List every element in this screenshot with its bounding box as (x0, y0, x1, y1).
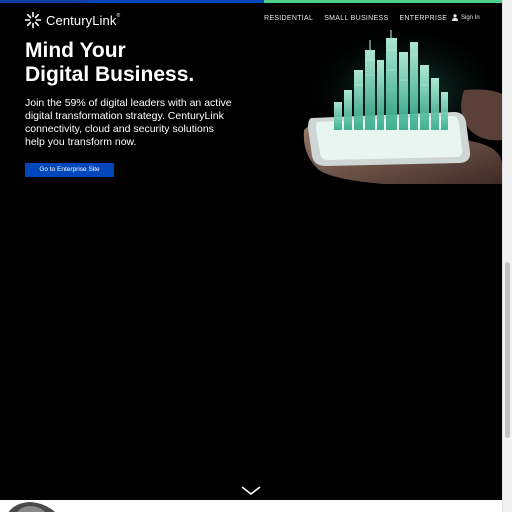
starburst-logo-icon (24, 11, 42, 29)
sign-in-label: Sign In (461, 14, 480, 21)
subcopy-line-4: help you transform now. (25, 136, 137, 148)
nav-enterprise[interactable]: ENTERPRISE (399, 15, 447, 22)
user-icon (452, 14, 458, 21)
headline-line-1: Mind Your (25, 39, 126, 62)
subcopy-line-1: Join the 59% of digital leaders with an … (25, 97, 232, 109)
hero-section: CenturyLink® RESIDENTIAL SMALL BUSINESS … (0, 0, 502, 512)
next-section-peek (0, 500, 502, 512)
subcopy-line-3: connectivity, cloud and security solutio… (25, 123, 214, 135)
scrollbar-thumb[interactable] (505, 262, 510, 438)
centurylink-logo[interactable]: CenturyLink® (24, 11, 120, 29)
go-to-enterprise-site-button[interactable]: Go to Enterprise Site (25, 163, 114, 177)
headline-line-2: Digital Business. (25, 63, 195, 86)
scroll-down-button[interactable] (240, 484, 262, 496)
chevron-down-icon (241, 486, 261, 496)
sign-in-link[interactable]: Sign In (452, 14, 480, 21)
hero-subcopy: Join the 59% of digital leaders with an … (25, 97, 275, 149)
hero-image-hand-phone-city (264, 30, 502, 184)
brand-name: CenturyLink® (46, 12, 121, 28)
nav-residential[interactable]: RESIDENTIAL (264, 15, 313, 22)
nav-small-business[interactable]: SMALL BUSINESS (324, 15, 388, 22)
main-nav: RESIDENTIAL SMALL BUSINESS ENTERPRISE (264, 15, 447, 22)
subcopy-line-2: digital transformation strategy. Century… (25, 110, 224, 122)
page-scrollbar[interactable] (502, 0, 512, 512)
hero-headline: Mind Your Digital Business. (25, 39, 194, 87)
